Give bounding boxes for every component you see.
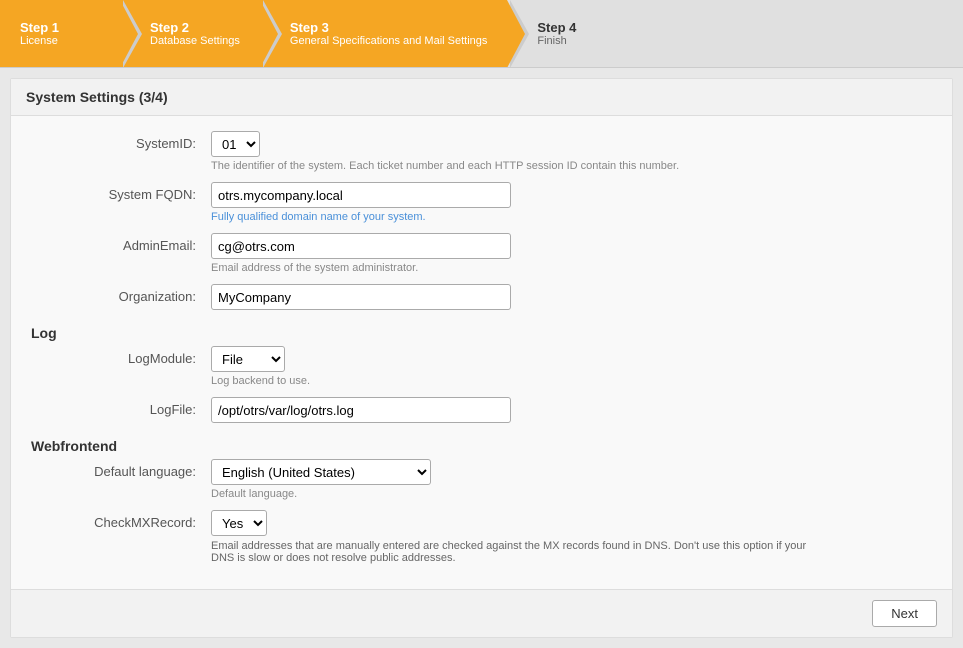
check-mx-record-hint: Email addresses that are manually entere… bbox=[211, 540, 811, 564]
system-fqdn-input[interactable] bbox=[211, 182, 511, 208]
log-module-hint: Log backend to use. bbox=[211, 375, 811, 387]
admin-email-row: AdminEmail: Email address of the system … bbox=[31, 233, 932, 274]
admin-email-control: Email address of the system administrato… bbox=[211, 233, 811, 274]
wizard-step-4[interactable]: Step 4 Finish bbox=[507, 0, 963, 67]
default-language-label: Default language: bbox=[31, 459, 211, 479]
system-fqdn-label: System FQDN: bbox=[31, 182, 211, 202]
step3-number: Step 3 bbox=[290, 20, 488, 35]
default-language-row: Default language: English (United States… bbox=[31, 459, 932, 500]
system-fqdn-control: Fully qualified domain name of your syst… bbox=[211, 182, 811, 223]
default-language-hint: Default language. bbox=[211, 488, 811, 500]
wizard-step-1[interactable]: Step 1 License bbox=[0, 0, 120, 67]
log-module-label: LogModule: bbox=[31, 346, 211, 366]
admin-email-input[interactable] bbox=[211, 233, 511, 259]
log-section-row: Log bbox=[31, 320, 932, 341]
organization-row: Organization: bbox=[31, 284, 932, 310]
step4-number: Step 4 bbox=[537, 20, 576, 35]
check-mx-record-select[interactable]: Yes No bbox=[211, 510, 267, 536]
wizard-step-3[interactable]: Step 3 General Specifications and Mail S… bbox=[260, 0, 508, 67]
log-module-row: LogModule: File Syslog DB Log backend to… bbox=[31, 346, 932, 387]
footer: Next bbox=[11, 589, 952, 637]
log-file-row: LogFile: bbox=[31, 397, 932, 423]
log-section-title: Log bbox=[31, 320, 211, 341]
webfrontend-section-row: Webfrontend bbox=[31, 433, 932, 454]
section-title: System Settings (3/4) bbox=[11, 79, 952, 116]
system-id-select[interactable]: 01 02 03 bbox=[211, 131, 260, 157]
step4-label: Finish bbox=[537, 35, 576, 47]
system-id-label: SystemID: bbox=[31, 131, 211, 151]
system-id-row: SystemID: 01 02 03 The identifier of the… bbox=[31, 131, 932, 172]
organization-label: Organization: bbox=[31, 284, 211, 304]
system-id-hint: The identifier of the system. Each ticke… bbox=[211, 160, 811, 172]
log-module-control: File Syslog DB Log backend to use. bbox=[211, 346, 811, 387]
system-fqdn-hint: Fully qualified domain name of your syst… bbox=[211, 211, 811, 223]
step1-number: Step 1 bbox=[20, 20, 59, 35]
admin-email-label: AdminEmail: bbox=[31, 233, 211, 253]
main-content: System Settings (3/4) SystemID: 01 02 03… bbox=[10, 78, 953, 638]
admin-email-hint: Email address of the system administrato… bbox=[211, 262, 811, 274]
check-mx-record-label: CheckMXRecord: bbox=[31, 510, 211, 530]
system-fqdn-row: System FQDN: Fully qualified domain name… bbox=[31, 182, 932, 223]
form-body: SystemID: 01 02 03 The identifier of the… bbox=[11, 116, 952, 589]
step1-label: License bbox=[20, 35, 59, 47]
organization-input[interactable] bbox=[211, 284, 511, 310]
default-language-select[interactable]: English (United States) German French Sp… bbox=[211, 459, 431, 485]
check-mx-record-control: Yes No Email addresses that are manually… bbox=[211, 510, 811, 564]
webfrontend-section-title: Webfrontend bbox=[31, 433, 211, 454]
step2-label: Database Settings bbox=[150, 35, 240, 47]
step3-label: General Specifications and Mail Settings bbox=[290, 35, 488, 47]
next-button[interactable]: Next bbox=[872, 600, 937, 627]
log-file-label: LogFile: bbox=[31, 397, 211, 417]
log-module-select[interactable]: File Syslog DB bbox=[211, 346, 285, 372]
organization-control bbox=[211, 284, 811, 310]
system-id-control: 01 02 03 The identifier of the system. E… bbox=[211, 131, 811, 172]
check-mx-record-row: CheckMXRecord: Yes No Email addresses th… bbox=[31, 510, 932, 564]
wizard-header: Step 1 License Step 2 Database Settings … bbox=[0, 0, 963, 68]
log-file-control bbox=[211, 397, 811, 423]
step2-number: Step 2 bbox=[150, 20, 240, 35]
log-file-input[interactable] bbox=[211, 397, 511, 423]
default-language-control: English (United States) German French Sp… bbox=[211, 459, 811, 500]
